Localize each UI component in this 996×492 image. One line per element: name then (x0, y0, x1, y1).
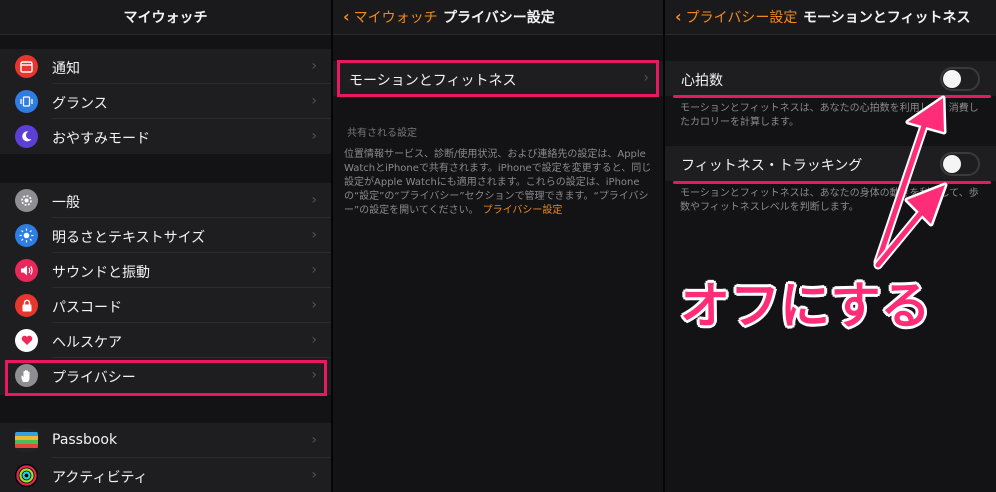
annotation-arrows (873, 95, 948, 270)
arrow-to-heart-rate-icon (873, 95, 947, 267)
annotation-text: オフにする (680, 277, 931, 335)
